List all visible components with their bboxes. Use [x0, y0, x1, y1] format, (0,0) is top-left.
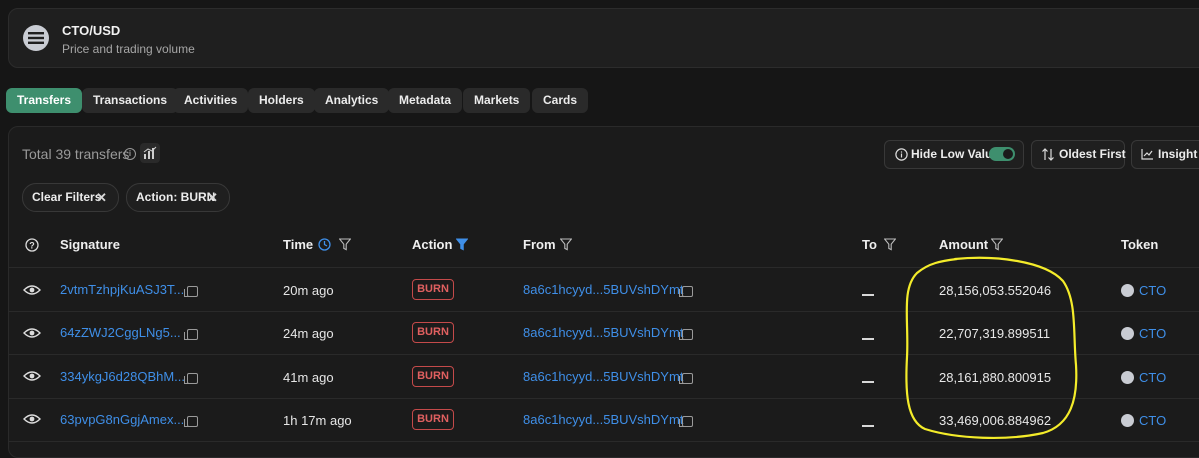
hide-low-value-toggle[interactable]: [989, 147, 1015, 161]
info-icon[interactable]: i: [124, 148, 136, 160]
action-badge: BURN: [412, 279, 454, 300]
filter-icon[interactable]: [560, 238, 572, 251]
filter-icon[interactable]: [339, 238, 351, 251]
action-badge: BURN: [412, 322, 454, 343]
time-cell: 1h 17m ago: [283, 413, 352, 428]
insight-label: Insight: [1158, 147, 1198, 161]
copy-icon[interactable]: [184, 286, 198, 297]
filter-active-icon[interactable]: [456, 238, 468, 251]
signature-link[interactable]: 2vtmTzhpjKuASJ3T...: [60, 282, 184, 297]
eye-icon[interactable]: [22, 410, 42, 428]
sort-arrows-icon: [1042, 148, 1054, 161]
insight-button[interactable]: Insight: [1131, 140, 1199, 169]
to-empty: [862, 381, 874, 383]
tab-activities[interactable]: Activities: [173, 88, 249, 113]
tab-analytics[interactable]: Analytics: [314, 88, 390, 113]
signature-link[interactable]: 64zZWJ2CggLNg5...: [60, 325, 181, 340]
clock-icon[interactable]: [318, 238, 331, 251]
close-icon[interactable]: ✕: [207, 184, 218, 211]
total-transfers-label: Total 39 transfers: [22, 146, 130, 162]
eye-icon[interactable]: [22, 367, 42, 385]
token-link[interactable]: CTO: [1139, 326, 1166, 341]
column-token: Token: [1121, 237, 1159, 252]
copy-icon[interactable]: [184, 373, 198, 384]
close-icon[interactable]: ✕: [96, 184, 107, 211]
from-address-link[interactable]: 8a6c1hcyyd...5BUVshDYmt: [523, 369, 683, 384]
action-badge: BURN: [412, 366, 454, 387]
copy-icon[interactable]: [184, 329, 198, 340]
insight-chart-icon: [1141, 149, 1153, 160]
column-signature: Signature: [60, 237, 120, 252]
highlight-circle-annotation: [905, 256, 1078, 439]
tab-transactions[interactable]: Transactions: [82, 88, 179, 113]
help-icon[interactable]: ?: [25, 238, 39, 252]
clear-filters-chip[interactable]: Clear Filters ✕: [22, 183, 119, 212]
bar-chart-icon: [143, 146, 157, 159]
token-logo-icon: [1121, 371, 1134, 384]
token-logo-icon: [23, 25, 49, 51]
copy-icon[interactable]: [184, 416, 198, 427]
copy-icon[interactable]: [679, 286, 693, 297]
tab-metadata[interactable]: Metadata: [388, 88, 463, 113]
time-cell: 24m ago: [283, 326, 334, 341]
tab-cards[interactable]: Cards: [532, 88, 589, 113]
action-filter-chip[interactable]: Action: BURN ✕: [126, 183, 230, 212]
eye-icon[interactable]: [22, 324, 42, 342]
token-link[interactable]: CTO: [1139, 370, 1166, 385]
column-time: Time: [283, 237, 314, 252]
to-empty: [862, 294, 874, 296]
copy-icon[interactable]: [679, 373, 693, 384]
tab-markets[interactable]: Markets: [463, 88, 531, 113]
copy-icon[interactable]: [679, 416, 693, 427]
column-to: To: [862, 237, 877, 252]
sort-order-label: Oldest First: [1059, 147, 1126, 161]
chart-toggle-button[interactable]: [140, 143, 160, 163]
filter-icon[interactable]: [884, 238, 896, 251]
column-from: From: [523, 237, 556, 252]
column-action: Action: [412, 237, 453, 252]
to-empty: [862, 425, 874, 427]
action-badge: BURN: [412, 409, 454, 430]
token-header-card: CTO/USD Price and trading volume: [8, 8, 1199, 68]
clear-filters-label: Clear Filters: [32, 190, 102, 204]
svg-text:?: ?: [29, 241, 35, 251]
sort-order-button[interactable]: Oldest First: [1031, 140, 1126, 169]
token-link[interactable]: CTO: [1139, 413, 1166, 428]
to-empty: [862, 338, 874, 340]
time-cell: 41m ago: [283, 370, 334, 385]
tab-transfers[interactable]: Transfers: [6, 88, 83, 113]
filter-icon[interactable]: [991, 238, 1003, 251]
token-link[interactable]: CTO: [1139, 283, 1166, 298]
action-filter-label: Action: BURN: [136, 190, 216, 204]
hide-low-value-label: Hide Low Value: [911, 147, 1000, 161]
token-logo-icon: [1121, 284, 1134, 297]
token-logo-icon: [1121, 414, 1134, 427]
time-cell: 20m ago: [283, 283, 334, 298]
from-address-link[interactable]: 8a6c1hcyyd...5BUVshDYmt: [523, 325, 683, 340]
from-address-link[interactable]: 8a6c1hcyyd...5BUVshDYmt: [523, 412, 683, 427]
token-pair-title: CTO/USD: [62, 23, 121, 38]
from-address-link[interactable]: 8a6c1hcyyd...5BUVshDYmt: [523, 282, 683, 297]
token-logo-icon: [1121, 327, 1134, 340]
column-amount: Amount: [939, 237, 989, 252]
tab-holders[interactable]: Holders: [248, 88, 315, 113]
signature-link[interactable]: 334ykgJ6d28QBhM...: [60, 369, 185, 384]
hide-low-value-control[interactable]: Hide Low Value: [884, 140, 1024, 169]
copy-icon[interactable]: [679, 329, 693, 340]
info-circle-icon: [895, 148, 908, 161]
signature-link[interactable]: 63pvpG8nGgjAmex...: [60, 412, 184, 427]
token-pair-subtitle: Price and trading volume: [62, 42, 195, 56]
eye-icon[interactable]: [22, 281, 42, 299]
